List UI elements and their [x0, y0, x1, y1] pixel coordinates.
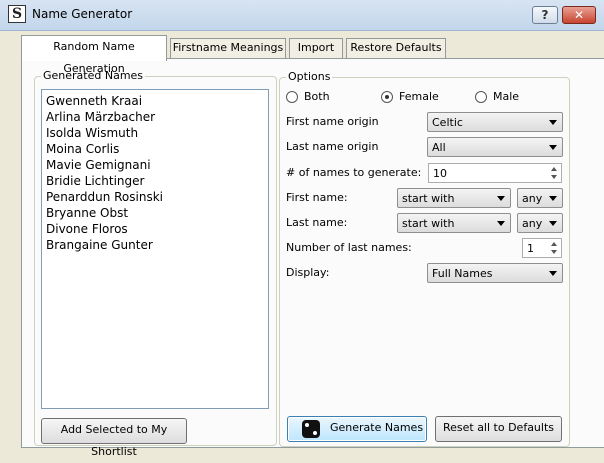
count-stepper[interactable]: 10: [428, 163, 562, 183]
last-origin-select[interactable]: All: [427, 137, 563, 157]
last-origin-label: Last name origin: [286, 140, 379, 153]
num-last-names-value: 1: [527, 242, 534, 255]
last-name-mode-select[interactable]: start with: [397, 213, 511, 233]
stepper-down-icon[interactable]: [549, 248, 560, 256]
dice-icon: [302, 420, 320, 438]
list-item[interactable]: Brangaine Gunter: [46, 237, 268, 253]
last-name-label: Last name:: [286, 216, 348, 229]
chevron-down-icon: [549, 196, 557, 201]
first-origin-select[interactable]: Celtic: [427, 112, 563, 132]
chevron-down-icon: [549, 271, 557, 276]
chevron-down-icon: [497, 196, 505, 201]
list-item[interactable]: Penarddun Rosinski: [46, 189, 268, 205]
list-item[interactable]: Mavie Gemignani: [46, 157, 268, 173]
app-icon: S: [8, 5, 26, 23]
chevron-down-icon: [549, 120, 557, 125]
last-name-letter-value: any: [522, 217, 543, 230]
radio-female-label: Female: [399, 90, 439, 103]
last-name-mode-value: start with: [402, 217, 455, 230]
chevron-down-icon: [549, 145, 557, 150]
display-label: Display:: [286, 266, 330, 279]
radio-both-circle[interactable]: [286, 91, 298, 103]
chevron-down-icon: [549, 221, 557, 226]
tab-import[interactable]: Import: [289, 38, 343, 58]
tab-random-name-generation[interactable]: Random Name Generation: [21, 35, 167, 75]
num-last-names-stepper[interactable]: 1: [522, 238, 562, 258]
radio-both-label: Both: [304, 90, 330, 103]
stepper-up-icon[interactable]: [549, 240, 560, 248]
list-item[interactable]: Divone Floros: [46, 221, 268, 237]
first-name-letter-value: any: [522, 192, 543, 205]
generated-names-list[interactable]: Gwenneth Kraai Arlina Märzbacher Isolda …: [41, 89, 269, 409]
list-item[interactable]: Moina Corlis: [46, 141, 268, 157]
window-title: Name Generator: [32, 7, 133, 21]
radio-male-label: Male: [493, 90, 520, 103]
tab-restore-defaults[interactable]: Restore Defaults: [346, 38, 446, 58]
options-group: Options: [279, 70, 570, 447]
first-name-letter-select[interactable]: any: [517, 188, 563, 208]
stepper-up-icon[interactable]: [549, 165, 560, 173]
list-item[interactable]: Arlina Märzbacher: [46, 109, 268, 125]
add-to-shortlist-button[interactable]: Add Selected to My Shortlist: [41, 418, 187, 458]
reset-defaults-button[interactable]: Reset all to Defaults: [435, 416, 562, 442]
list-item[interactable]: Isolda Wismuth: [46, 125, 268, 141]
options-title: Options: [286, 70, 333, 83]
list-item[interactable]: Bridie Lichtinger: [46, 173, 268, 189]
tab-firstname-meanings[interactable]: Firstname Meanings: [170, 38, 286, 58]
num-last-names-label: Number of last names:: [286, 241, 412, 254]
help-button[interactable]: ?: [532, 6, 558, 24]
display-select[interactable]: Full Names: [427, 263, 563, 283]
generate-names-label: Generate Names: [330, 421, 424, 434]
first-origin-label: First name origin: [286, 115, 379, 128]
radio-male-circle[interactable]: [475, 91, 487, 103]
first-name-label: First name:: [286, 191, 348, 204]
chevron-down-icon: [497, 221, 505, 226]
title-bar: S Name Generator ? ✕: [0, 0, 604, 31]
radio-female-circle[interactable]: [381, 91, 393, 103]
last-name-letter-select[interactable]: any: [517, 213, 563, 233]
display-value: Full Names: [432, 267, 493, 280]
generate-names-button[interactable]: Generate Names: [287, 416, 427, 442]
count-label: # of names to generate:: [286, 166, 422, 179]
close-button[interactable]: ✕: [562, 6, 596, 24]
first-origin-value: Celtic: [432, 116, 463, 129]
last-origin-value: All: [432, 141, 446, 154]
first-name-mode-value: start with: [402, 192, 455, 205]
first-name-mode-select[interactable]: start with: [397, 188, 511, 208]
list-item[interactable]: Bryanne Obst: [46, 205, 268, 221]
list-item[interactable]: Gwenneth Kraai: [46, 93, 268, 109]
stepper-down-icon[interactable]: [549, 173, 560, 181]
count-value: 10: [433, 167, 447, 180]
